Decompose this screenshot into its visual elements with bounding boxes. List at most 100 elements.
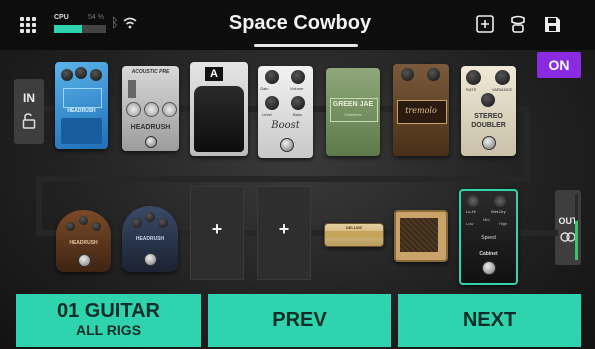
cpu-meter-fill (54, 25, 83, 33)
amp-head[interactable]: DELUXE (324, 223, 384, 247)
knob[interactable] (90, 69, 102, 81)
footswitch[interactable] (280, 138, 294, 152)
footswitch[interactable] (78, 254, 91, 267)
pedal-name: HEADRUSH (130, 124, 171, 131)
knob-label: Low (466, 221, 474, 226)
pedal-name: STEREO (474, 113, 503, 120)
pedal-name: Cabinet (479, 251, 498, 257)
slider[interactable] (128, 80, 136, 98)
save-icon[interactable] (542, 14, 562, 34)
knob[interactable] (495, 70, 510, 85)
knob[interactable] (61, 69, 73, 81)
knob-label: Mid (483, 217, 490, 222)
rig-subtitle: ALL RIGS (75, 322, 142, 338)
preset-title-underline (254, 44, 358, 47)
wah-letter: A (205, 67, 223, 81)
add-block-icon[interactable] (475, 14, 495, 34)
knob[interactable] (494, 195, 506, 207)
knob[interactable] (401, 68, 414, 81)
knob[interactable] (467, 195, 479, 207)
in-label: IN (23, 91, 35, 105)
knob[interactable] (265, 70, 279, 84)
pedal-window (63, 88, 102, 108)
wifi-icon (123, 17, 137, 29)
rig-select-button[interactable]: 01 GUITAR ALL RIGS (16, 294, 201, 347)
knob-label: Gain (260, 86, 269, 91)
footswitch[interactable] (482, 261, 496, 275)
pedal-selected-cab-sim[interactable]: Lo-Hi Wet-Dry Low Mid High Speed Cabinet (459, 189, 518, 285)
wah-treadle[interactable] (194, 86, 244, 152)
knob[interactable] (162, 102, 177, 117)
pedal-fuzz-navy[interactable]: HEADRUSH (122, 206, 178, 272)
cpu-label: CPU (54, 14, 69, 21)
rig-number: 01 GUITAR (57, 300, 160, 322)
knob[interactable] (158, 218, 168, 228)
pedal-subtitle: Overdrive (344, 112, 362, 117)
knob-label: Speed (481, 235, 496, 241)
cab-grille (400, 218, 438, 252)
amp-cab-icon[interactable] (508, 14, 528, 34)
footswitch[interactable] (145, 136, 157, 148)
output-panel[interactable]: OUT (555, 190, 581, 265)
knob[interactable] (66, 222, 75, 231)
unlock-icon[interactable] (22, 113, 36, 129)
cable-left-down (36, 176, 42, 236)
pedal-green-jae[interactable]: GREEN JAE Overdrive (326, 68, 380, 156)
knob[interactable] (427, 68, 440, 81)
knob[interactable] (92, 222, 101, 231)
knob[interactable] (291, 70, 305, 84)
knob-label: High (499, 221, 508, 226)
knob-label: Wet-Dry (491, 209, 506, 214)
knob-label: RATE (466, 87, 477, 92)
pedal-acoustic-pre[interactable]: ACOUSTIC PRE HEADRUSH (122, 66, 179, 151)
footswitch[interactable] (144, 253, 157, 266)
grid-menu-icon[interactable] (20, 17, 36, 33)
knob[interactable] (75, 67, 87, 79)
knob[interactable] (466, 70, 481, 85)
pedal-stereo-doubler[interactable]: RATE VARIANCE STEREO DOUBLER (461, 66, 516, 156)
prev-button[interactable]: PREV (208, 294, 391, 347)
top-bar: CPU 54 % ᛒ Space Cowboy (0, 0, 595, 50)
pedal-tremolo[interactable]: tremolo (393, 64, 449, 156)
cabinet[interactable] (394, 210, 448, 262)
on-badge[interactable]: ON (537, 52, 581, 78)
amp-name: DELUXE (345, 225, 363, 230)
knob[interactable] (126, 102, 141, 117)
next-button[interactable]: NEXT (398, 294, 581, 347)
pedal-headrush-blue[interactable]: HEADRUSH (55, 62, 108, 149)
input-panel[interactable]: IN (14, 79, 44, 144)
cpu-percent: 54 % (88, 14, 104, 21)
knob[interactable] (265, 96, 279, 110)
pedal-boost[interactable]: Gain Volume Level Bass Boost (258, 66, 313, 158)
knob-label: Volume (290, 86, 304, 91)
bluetooth-icon: ᛒ (111, 15, 119, 30)
pedal-fuzz-brown[interactable]: HEADRUSH (56, 210, 111, 272)
cable-right-down (524, 106, 530, 181)
cpu-meter (54, 25, 106, 33)
amp-panel (325, 231, 383, 238)
footswitch[interactable] (482, 136, 496, 150)
pedal-wah[interactable]: A (190, 62, 248, 156)
footswitch-plate[interactable] (61, 118, 102, 144)
app-screen: CPU 54 % ᛒ Space Cowboy IN ON OUT HEADRU… (0, 0, 595, 349)
knob-label: Level (262, 112, 272, 117)
pedal-name: HEADRUSH (69, 240, 98, 246)
pedal-name: tremolo (405, 106, 437, 115)
add-icon: + (278, 219, 290, 239)
pedal-name: DOUBLER (471, 122, 506, 129)
knob-label: Lo-Hi (466, 209, 476, 214)
knob[interactable] (481, 93, 495, 107)
knob[interactable] (79, 216, 88, 225)
output-level-meter (575, 194, 578, 260)
knob-label: VARIANCE (492, 87, 513, 92)
empty-slot[interactable]: + (257, 186, 311, 280)
knob[interactable] (132, 218, 142, 228)
pedal-name: GREEN JAE (332, 101, 374, 108)
preset-title[interactable]: Space Cowboy (180, 12, 420, 35)
knob-label: Bass (293, 112, 302, 117)
empty-slot[interactable]: + (190, 186, 244, 280)
knob[interactable] (145, 212, 155, 222)
knob[interactable] (144, 102, 159, 117)
knob[interactable] (291, 96, 305, 110)
pedal-subtitle: ACOUSTIC PRE (131, 69, 170, 75)
